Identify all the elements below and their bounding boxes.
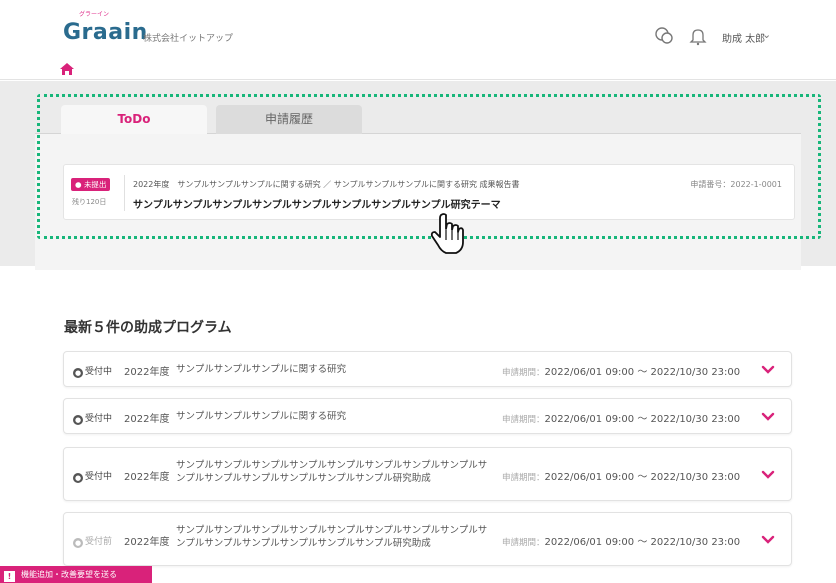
- chat-icon[interactable]: [654, 26, 674, 46]
- program-row[interactable]: ● 受付中 2022年度 サンプルサンプルサンプルサンプルサンプルサンプルサンプル…: [63, 447, 792, 501]
- app-logo[interactable]: Graain: [63, 20, 148, 45]
- program-row[interactable]: ● 受付前 2022年度 サンプルサンプルサンプルサンプルサンプルサンプルサンプル…: [63, 512, 792, 566]
- application-period: 申請期間：2022/06/01 09:00 ～ 2022/10/30 23:00: [502, 367, 741, 378]
- program-year: 2022年度: [124, 367, 170, 378]
- status-badge: ● 未提出: [71, 178, 111, 191]
- remaining-days: 残り120日: [72, 198, 107, 206]
- feedback-icon: !: [4, 571, 15, 582]
- chevron-down-icon[interactable]: [761, 535, 775, 545]
- company-name: 株式会社イットアップ: [143, 34, 234, 44]
- status-badge: ● 受付中: [73, 472, 113, 483]
- status-badge: ● 受付中: [73, 367, 113, 378]
- bell-icon[interactable]: [688, 26, 708, 46]
- app-header: グラーイン Graain 株式会社イットアップ 助成 太郎 ⌄: [0, 0, 836, 80]
- program-year: 2022年度: [124, 414, 170, 425]
- status-badge: ● 受付前: [73, 537, 113, 548]
- chevron-down-icon[interactable]: [761, 365, 775, 375]
- divider: [124, 175, 125, 211]
- status-badge: ● 受付中: [73, 414, 113, 425]
- program-name[interactable]: サンプルサンプルサンプルに関する研究: [176, 363, 496, 376]
- hand-cursor-icon: [430, 213, 464, 254]
- chevron-down-icon[interactable]: [761, 470, 775, 480]
- user-name[interactable]: 助成 太郎: [722, 30, 765, 45]
- todo-meta: 2022年度 サンプルサンプルサンプルに関する研究 ／ サンプルサンプルサンプル…: [133, 180, 520, 189]
- program-year: 2022年度: [124, 472, 170, 483]
- program-row[interactable]: ● 受付中 2022年度 サンプルサンプルサンプルに関する研究 申請期間：2022…: [63, 351, 792, 387]
- program-name[interactable]: サンプルサンプルサンプルに関する研究: [176, 410, 496, 423]
- tab-application-history[interactable]: 申請履歴: [216, 105, 362, 134]
- todo-title[interactable]: サンプルサンプルサンプルサンプルサンプルサンプルサンプルサンプル研究テーマ: [133, 196, 501, 211]
- program-name[interactable]: サンプルサンプルサンプルサンプルサンプルサンプルサンプルサンプルサンプルサンプル…: [176, 524, 496, 550]
- logo-ruby: グラーイン: [79, 11, 110, 18]
- application-period: 申請期間：2022/06/01 09:00 ～ 2022/10/30 23:00: [502, 414, 741, 425]
- tab-todo[interactable]: ToDo: [61, 105, 207, 134]
- application-period: 申請期間：2022/06/01 09:00 ～ 2022/10/30 23:00: [502, 472, 741, 483]
- program-row[interactable]: ● 受付中 2022年度 サンプルサンプルサンプルに関する研究 申請期間：2022…: [63, 398, 792, 434]
- application-period: 申請期間：2022/06/01 09:00 ～ 2022/10/30 23:00: [502, 537, 741, 548]
- feedback-button[interactable]: ! 機能追加・改善要望を送る: [0, 566, 152, 583]
- program-year: 2022年度: [124, 537, 170, 548]
- home-icon[interactable]: [59, 62, 75, 76]
- programs-title: 最新５件の助成プログラム: [64, 320, 232, 336]
- program-name[interactable]: サンプルサンプルサンプルサンプルサンプルサンプルサンプルサンプルサンプルサンプル…: [176, 459, 496, 485]
- chevron-down-icon[interactable]: [761, 412, 775, 422]
- chevron-down-icon[interactable]: ⌄: [762, 28, 771, 41]
- application-number: 申請番号：2022-1-0001: [690, 180, 782, 189]
